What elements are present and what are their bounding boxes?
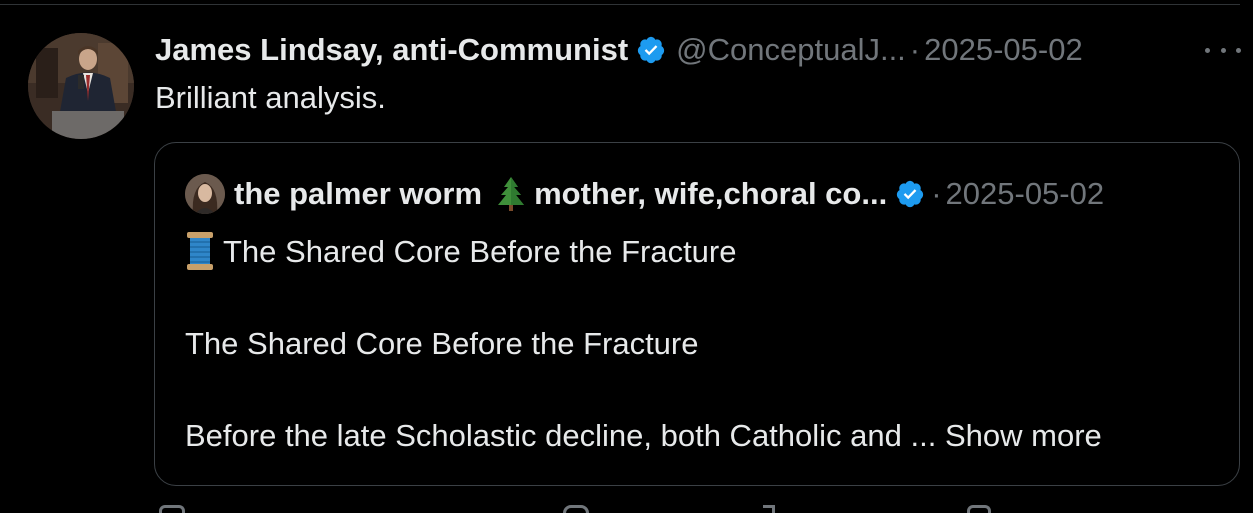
- verified-badge-icon: [636, 35, 666, 65]
- post-text: Brilliant analysis.: [155, 80, 386, 115]
- reply-icon[interactable]: [159, 505, 185, 513]
- post-action-bar: [155, 505, 1155, 513]
- top-divider: [0, 4, 1240, 5]
- quoted-author-avatar[interactable]: [185, 174, 225, 214]
- author-avatar[interactable]: [28, 33, 134, 139]
- views-icon[interactable]: [763, 505, 775, 513]
- quoted-post-body: The Shared Core Before the Fracture The …: [185, 229, 1215, 459]
- quoted-post-header: the palmer worm mother, wife,choral co..…: [185, 173, 1104, 215]
- post-timestamp[interactable]: 2025-05-02: [924, 32, 1083, 68]
- evergreen-tree-icon: [494, 176, 528, 212]
- quoted-title-text: The Shared Core Before the Fracture: [223, 234, 737, 269]
- post-header: James Lindsay, anti-Communist @Conceptua…: [155, 28, 1083, 72]
- quoted-line-2: The Shared Core Before the Fracture: [185, 326, 699, 361]
- like-icon[interactable]: [563, 505, 589, 513]
- show-more-link[interactable]: Show more: [945, 418, 1102, 453]
- header-separator: ·: [909, 32, 921, 67]
- author-handle[interactable]: @ConceptualJ...: [676, 32, 906, 68]
- quoted-title-line: The Shared Core Before the Fracture: [185, 229, 1215, 275]
- author-name[interactable]: James Lindsay, anti-Communist: [155, 32, 628, 68]
- more-horizontal-icon[interactable]: [1205, 38, 1241, 62]
- quoted-header-separator: ·: [931, 176, 942, 211]
- quoted-line-3: Before the late Scholastic decline, both…: [185, 413, 1215, 459]
- quoted-author-name[interactable]: the palmer worm: [234, 176, 482, 212]
- quoted-line-3-text: Before the late Scholastic decline, both…: [185, 418, 937, 453]
- quoted-post-card[interactable]: the palmer worm mother, wife,choral co..…: [154, 142, 1240, 486]
- verified-badge-icon: [895, 179, 925, 209]
- quoted-author-bio[interactable]: mother, wife,choral co...: [534, 176, 887, 212]
- spool-of-thread-icon: [185, 231, 215, 271]
- quoted-post-timestamp[interactable]: 2025-05-02: [946, 176, 1105, 212]
- bookmark-icon[interactable]: [967, 505, 991, 513]
